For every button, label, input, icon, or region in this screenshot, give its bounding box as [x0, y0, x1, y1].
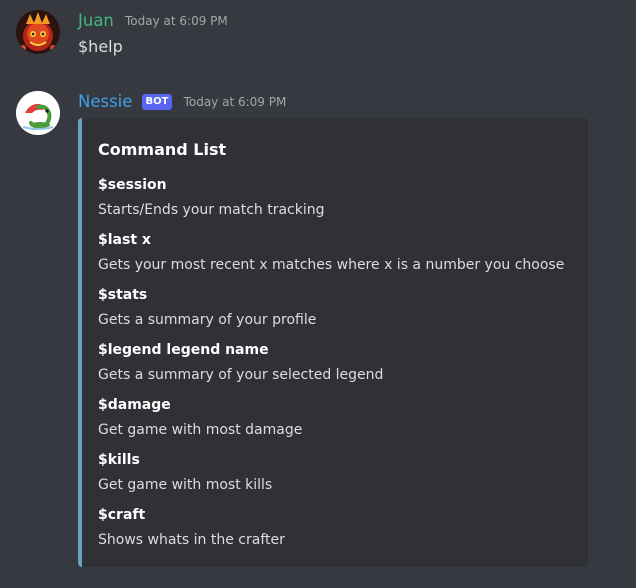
field-name: $stats — [98, 287, 148, 303]
timestamp[interactable]: Today at 6:09 PM — [184, 95, 287, 109]
field-value: Gets a summary of your selected legend — [98, 367, 384, 383]
timestamp[interactable]: Today at 6:09 PM — [125, 14, 228, 28]
username[interactable]: Nessie — [78, 92, 132, 111]
command-list-embed: Command List $session Starts/Ends your m… — [78, 118, 588, 567]
field-value: Gets your most recent x matches where x … — [98, 257, 565, 273]
field-value: Starts/Ends your match tracking — [98, 202, 325, 218]
username[interactable]: Juan — [78, 11, 114, 30]
message-juan: Juan Today at 6:09 PM $help — [0, 0, 636, 80]
chat-message-list: Juan Today at 6:09 PM $help Nessie BOT T… — [0, 0, 636, 588]
embed-field-legend: $legend legend name Gets a summary of yo… — [98, 341, 383, 384]
field-name: $kills — [98, 452, 140, 468]
field-name: $damage — [98, 397, 171, 413]
field-name: $craft — [98, 507, 146, 523]
message-text: $help — [78, 37, 123, 56]
field-value: Gets a summary of your profile — [98, 312, 317, 328]
field-name: $legend legend name — [98, 342, 269, 358]
embed-field-kills: $kills Get game with most kills — [98, 451, 272, 494]
field-value: Get game with most kills — [98, 477, 273, 493]
embed-field-last-x: $last x Gets your most recent x matches … — [98, 231, 564, 274]
message-header: Juan Today at 6:09 PM — [78, 10, 228, 30]
embed-field-stats: $stats Gets a summary of your profile — [98, 286, 316, 329]
nessie-avatar-icon[interactable] — [16, 91, 60, 135]
bot-badge: BOT — [141, 93, 173, 110]
juan-avatar-icon[interactable] — [16, 10, 60, 54]
field-value: Get game with most damage — [98, 422, 303, 438]
field-name: $session — [98, 177, 167, 193]
embed-field-damage: $damage Get game with most damage — [98, 396, 302, 439]
message-header: Nessie BOT Today at 6:09 PM — [78, 91, 286, 111]
field-name: $last x — [98, 232, 151, 248]
embed-title: Command List — [98, 140, 227, 159]
field-value: Shows whats in the crafter — [98, 532, 285, 548]
embed-field-craft: $craft Shows whats in the crafter — [98, 506, 285, 549]
embed-field-session: $session Starts/Ends your match tracking — [98, 176, 325, 219]
message-nessie: Nessie BOT Today at 6:09 PM Command List… — [0, 80, 636, 588]
